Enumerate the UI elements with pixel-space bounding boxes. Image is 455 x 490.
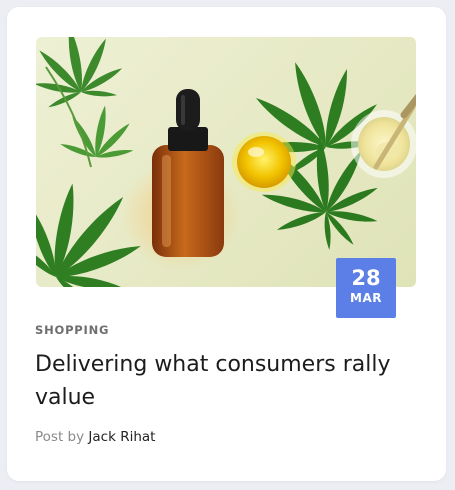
post-thumbnail[interactable] (36, 37, 416, 287)
oil-dish-icon (232, 132, 296, 192)
date-month: MAR (350, 291, 382, 305)
byline-prefix: Post by (35, 429, 85, 445)
date-day: 28 (351, 266, 381, 290)
post-title[interactable]: Delivering what consumers rally value (35, 348, 430, 414)
post-meta: Post by Jack Rihat (35, 429, 155, 445)
date-badge: 28 MAR (336, 258, 396, 318)
post-category-link[interactable]: SHOPPING (35, 323, 109, 337)
oil-dish-icon (351, 93, 416, 178)
author-link[interactable]: Jack Rihat (88, 429, 155, 445)
dropper-bottle-icon (121, 89, 241, 270)
cannabis-leaf-icon (59, 104, 134, 160)
blog-post-card: 28 MAR SHOPPING Delivering what consumer… (7, 7, 446, 481)
